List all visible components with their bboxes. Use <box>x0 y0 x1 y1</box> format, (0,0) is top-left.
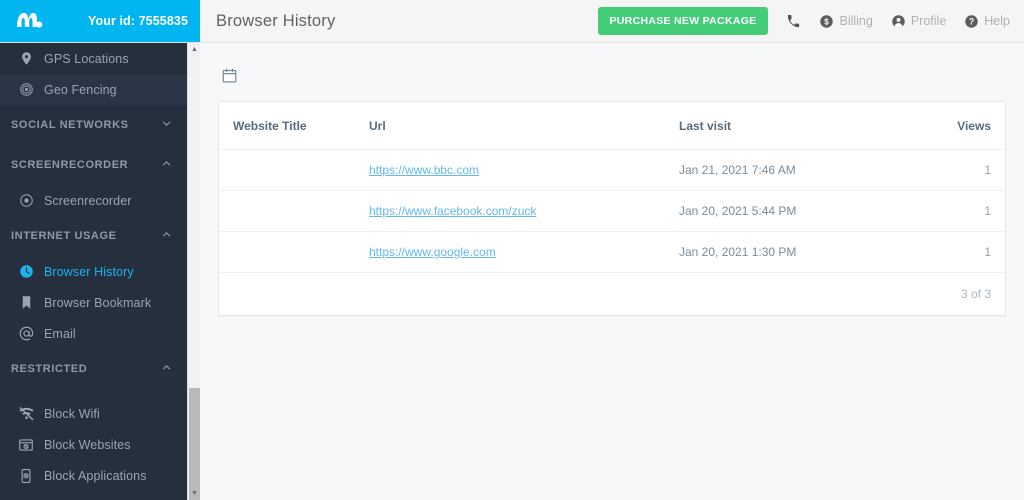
user-id-label: Your id: 7555835 <box>87 14 188 28</box>
question-circle-icon: ? <box>964 14 979 29</box>
sidebar-item-block-wifi[interactable]: Block Wifi <box>0 398 187 429</box>
sidebar-section-internet-usage[interactable]: INTERNET USAGE <box>0 216 187 256</box>
app-root: Your id: 7555835 Browser History PURCHAS… <box>0 0 1024 500</box>
dollar-circle-icon: $ <box>819 14 834 29</box>
purchase-new-package-button[interactable]: PURCHASE NEW PACKAGE <box>597 7 769 35</box>
sidebar-section-label: RESTRICTED <box>11 363 88 375</box>
at-sign-icon <box>11 325 41 342</box>
scroll-down-arrow-icon[interactable]: ▼ <box>188 487 201 500</box>
sidebar-item-label: Block Applications <box>44 468 147 483</box>
profile-button[interactable]: Profile <box>891 14 946 29</box>
cell-last-visit: Jan 20, 2021 5:44 PM <box>679 190 909 232</box>
chevron-up-icon <box>160 228 173 244</box>
cell-website-title <box>219 231 369 273</box>
chevron-up-icon <box>160 361 173 377</box>
cell-url: https://www.facebook.com/zuck <box>369 190 679 232</box>
cell-views: 1 <box>909 190 1005 232</box>
column-header-website-title: Website Title <box>219 102 369 150</box>
table-row: https://www.bbc.com Jan 21, 2021 7:46 AM… <box>219 149 1005 191</box>
sidebar-item-email[interactable]: Email <box>0 318 187 349</box>
sidebar-item-label: GPS Locations <box>44 51 129 66</box>
calendar-icon[interactable] <box>218 64 240 86</box>
person-circle-icon <box>891 14 906 29</box>
sidebar-section-label: SOCIAL NETWORKS <box>11 119 129 131</box>
phone-icon <box>786 14 801 29</box>
record-circle-icon <box>11 193 41 208</box>
sidebar-item-gps-locations[interactable]: GPS Locations <box>0 43 187 74</box>
sidebar-item-label: Browser Bookmark <box>44 295 152 310</box>
cell-views: 1 <box>909 149 1005 191</box>
sidebar-section-label: INTERNET USAGE <box>11 230 117 242</box>
sidebar-item-label: Block Wifi <box>44 406 100 421</box>
browser-history-card: Website Title Url Last visit Views https… <box>218 101 1006 316</box>
sidebar-item-label: Browser History <box>44 264 134 279</box>
block-website-icon <box>11 437 41 453</box>
cell-website-title <box>219 190 369 232</box>
sidebar: GPS Locations Geo Fencing SOCIAL NETWORK… <box>0 43 200 500</box>
sidebar-item-label: Screenrecorder <box>44 193 132 208</box>
column-header-url: Url <box>369 102 679 150</box>
sidebar-item-browser-history[interactable]: Browser History <box>0 256 187 287</box>
help-button[interactable]: ? Help <box>964 14 1010 29</box>
help-label: Help <box>984 14 1010 28</box>
m-logo-icon[interactable] <box>14 6 44 36</box>
cell-website-title <box>219 149 369 191</box>
svg-text:$: $ <box>825 17 830 26</box>
table-row: https://www.facebook.com/zuck Jan 20, 20… <box>219 190 1005 232</box>
clock-icon <box>11 264 41 279</box>
wifi-off-icon <box>11 405 41 422</box>
column-header-last-visit: Last visit <box>679 102 909 150</box>
phone-button[interactable] <box>786 14 801 29</box>
sidebar-scrollbar[interactable]: ▲ ▼ <box>187 43 200 500</box>
sidebar-item-label: Email <box>44 326 76 341</box>
sidebar-item-label: Block Websites <box>44 437 131 452</box>
sidebar-scroll-area: GPS Locations Geo Fencing SOCIAL NETWORK… <box>0 43 187 500</box>
url-link[interactable]: https://www.google.com <box>369 245 496 259</box>
bookmark-icon <box>11 295 41 310</box>
page-title: Browser History <box>216 11 336 30</box>
body: GPS Locations Geo Fencing SOCIAL NETWORK… <box>0 43 1024 500</box>
sidebar-section-label: SCREENRECORDER <box>11 159 129 171</box>
page-header: Browser History PURCHASE NEW PACKAGE $ B… <box>200 0 1024 42</box>
map-pin-icon <box>11 51 41 66</box>
sidebar-item-geo-fencing[interactable]: Geo Fencing <box>0 74 187 105</box>
brand-zone: Your id: 7555835 <box>0 0 200 42</box>
sidebar-item-label: Geo Fencing <box>44 82 117 97</box>
chevron-down-icon <box>160 117 173 133</box>
top-bar: Your id: 7555835 Browser History PURCHAS… <box>0 0 1024 43</box>
table-header-row: Website Title Url Last visit Views <box>219 102 1005 150</box>
svg-text:?: ? <box>969 16 974 26</box>
column-header-views: Views <box>909 102 1005 150</box>
pagination-status: 3 of 3 <box>960 287 991 301</box>
content-area: Website Title Url Last visit Views https… <box>200 43 1024 500</box>
sidebar-item-browser-bookmark[interactable]: Browser Bookmark <box>0 287 187 318</box>
sidebar-section-social-networks[interactable]: SOCIAL NETWORKS <box>0 105 187 145</box>
date-filter-bar <box>218 60 1006 90</box>
sidebar-section-restricted[interactable]: RESTRICTED <box>0 349 187 389</box>
browser-history-table: Website Title Url Last visit Views https… <box>219 102 1005 273</box>
cell-last-visit: Jan 20, 2021 1:30 PM <box>679 231 909 273</box>
profile-label: Profile <box>910 14 947 28</box>
sidebar-item-block-websites[interactable]: Block Websites <box>0 429 187 460</box>
table-row: https://www.google.com Jan 20, 2021 1:30… <box>219 231 1005 273</box>
billing-button[interactable]: $ Billing <box>819 14 873 29</box>
scrollbar-thumb[interactable] <box>189 388 200 500</box>
sidebar-item-screenrecorder[interactable]: Screenrecorder <box>0 185 187 216</box>
target-icon <box>11 82 41 97</box>
scroll-up-arrow-icon[interactable]: ▲ <box>188 43 201 56</box>
cell-url: https://www.bbc.com <box>369 149 679 191</box>
url-link[interactable]: https://www.bbc.com <box>369 163 479 177</box>
sidebar-section-screenrecorder[interactable]: SCREENRECORDER <box>0 145 187 185</box>
header-actions: PURCHASE NEW PACKAGE $ Billing Profile ?… <box>597 7 1010 35</box>
cell-last-visit: Jan 21, 2021 7:46 AM <box>679 149 909 191</box>
billing-label: Billing <box>839 14 873 28</box>
cell-views: 1 <box>909 231 1005 273</box>
url-link[interactable]: https://www.facebook.com/zuck <box>369 204 536 218</box>
sidebar-item-block-applications[interactable]: Block Applications <box>0 460 187 491</box>
block-app-icon <box>11 468 41 484</box>
chevron-up-icon <box>160 157 173 173</box>
cell-url: https://www.google.com <box>369 231 679 273</box>
